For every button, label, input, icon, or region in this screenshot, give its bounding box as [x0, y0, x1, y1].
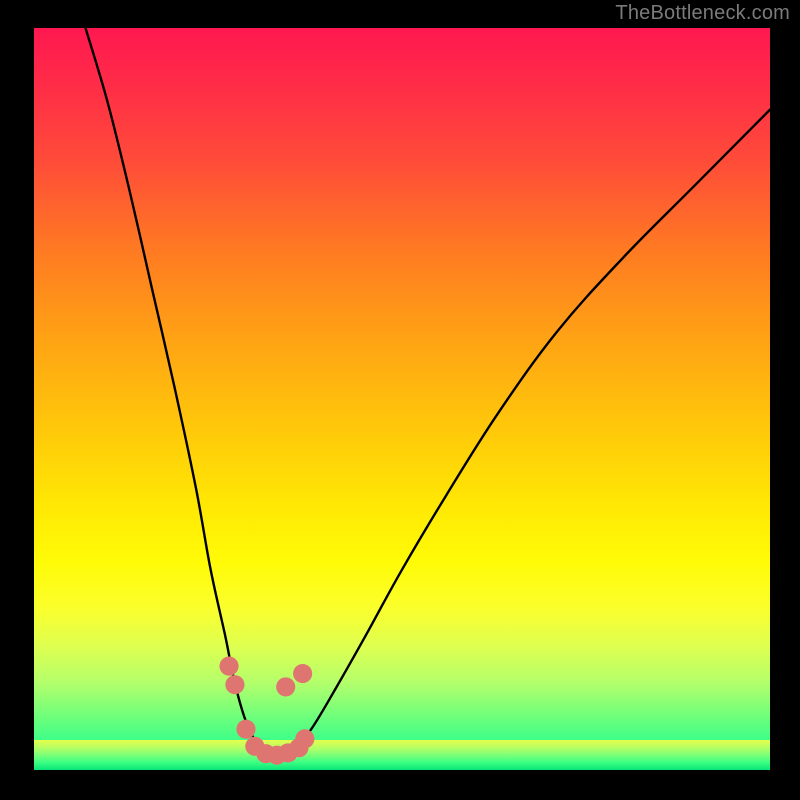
data-marker — [276, 677, 295, 696]
data-marker — [225, 675, 244, 694]
curve-layer — [34, 28, 770, 770]
series-right-curve — [284, 110, 770, 756]
data-marker — [236, 720, 255, 739]
plot-area — [34, 28, 770, 770]
data-marker — [293, 664, 312, 683]
data-marker — [295, 729, 314, 748]
watermark-text: TheBottleneck.com — [615, 2, 790, 25]
data-marker — [219, 657, 238, 676]
chart-frame: TheBottleneck.com — [0, 0, 800, 800]
series-left-curve — [86, 28, 270, 755]
